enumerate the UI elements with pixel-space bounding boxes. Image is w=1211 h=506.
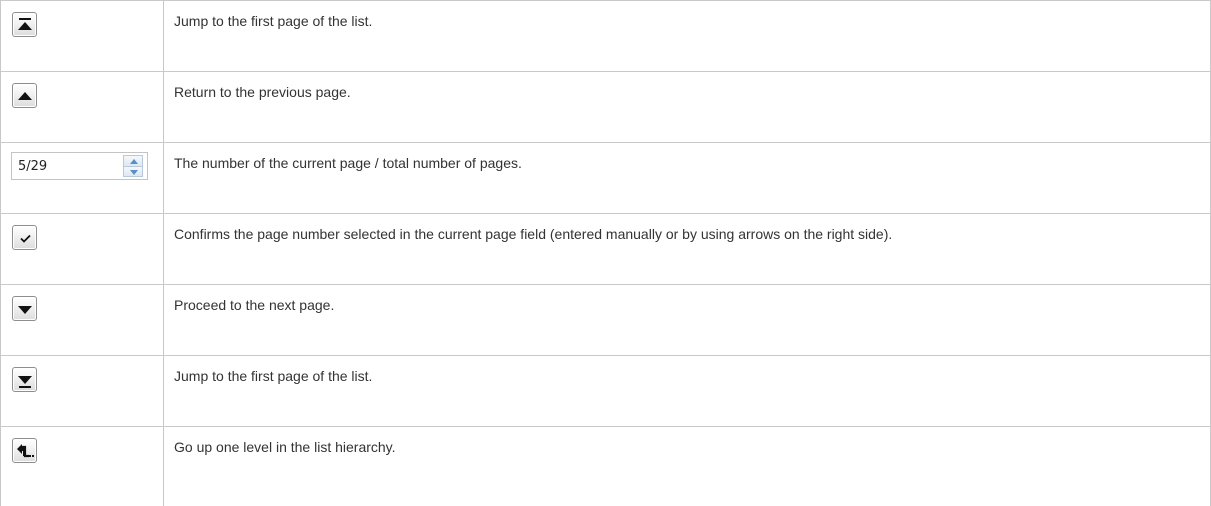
previous-page-button[interactable] — [12, 82, 37, 108]
table-row: Go up one level in the list hierarchy. — [0, 425, 1211, 506]
description-cell: Return to the previous page. — [163, 70, 1211, 143]
page-spinner — [123, 154, 143, 177]
description-cell: Go up one level in the list hierarchy. — [163, 425, 1211, 506]
spinner-down-button[interactable] — [123, 165, 143, 177]
next-page-button[interactable] — [12, 295, 37, 321]
table-row: Jump to the first page of the list. — [0, 354, 1211, 427]
level-up-icon — [17, 443, 34, 458]
control-cell — [0, 70, 164, 143]
spinner-up-arrow-icon — [130, 158, 138, 164]
description-cell: Jump to the first page of the list. — [163, 0, 1211, 72]
control-cell: 5/29 — [0, 141, 164, 214]
table-row: Confirms the page number selected in the… — [0, 212, 1211, 285]
control-cell — [0, 283, 164, 356]
control-cell — [0, 425, 164, 506]
table-row: 5/29 The number of the current page / to — [0, 141, 1211, 214]
last-page-icon — [18, 375, 32, 388]
control-cell — [0, 354, 164, 427]
description-cell: Proceed to the next page. — [163, 283, 1211, 356]
spinner-down-arrow-icon — [130, 169, 138, 175]
level-up-button[interactable] — [12, 437, 37, 463]
last-page-button[interactable] — [12, 366, 37, 392]
confirm-check-icon — [20, 234, 31, 243]
pagination-controls-table: Jump to the first page of the list. Retu… — [0, 0, 1211, 506]
spinner-up-button[interactable] — [123, 154, 143, 166]
description-cell: Confirms the page number selected in the… — [163, 212, 1211, 285]
description-cell: The number of the current page / total n… — [163, 141, 1211, 214]
current-page-value: 5/29 — [18, 158, 48, 174]
first-page-icon — [18, 18, 32, 30]
control-cell — [0, 0, 164, 72]
control-cell — [0, 212, 164, 285]
first-page-button[interactable] — [12, 12, 37, 37]
description-cell: Jump to the first page of the list. — [163, 354, 1211, 427]
next-page-icon — [18, 305, 32, 314]
current-page-field[interactable]: 5/29 — [11, 151, 148, 180]
confirm-page-button[interactable] — [12, 224, 37, 250]
table-row: Jump to the first page of the list. — [0, 0, 1211, 72]
previous-page-icon — [18, 91, 32, 100]
table-row: Return to the previous page. — [0, 70, 1211, 143]
table-row: Proceed to the next page. — [0, 283, 1211, 356]
